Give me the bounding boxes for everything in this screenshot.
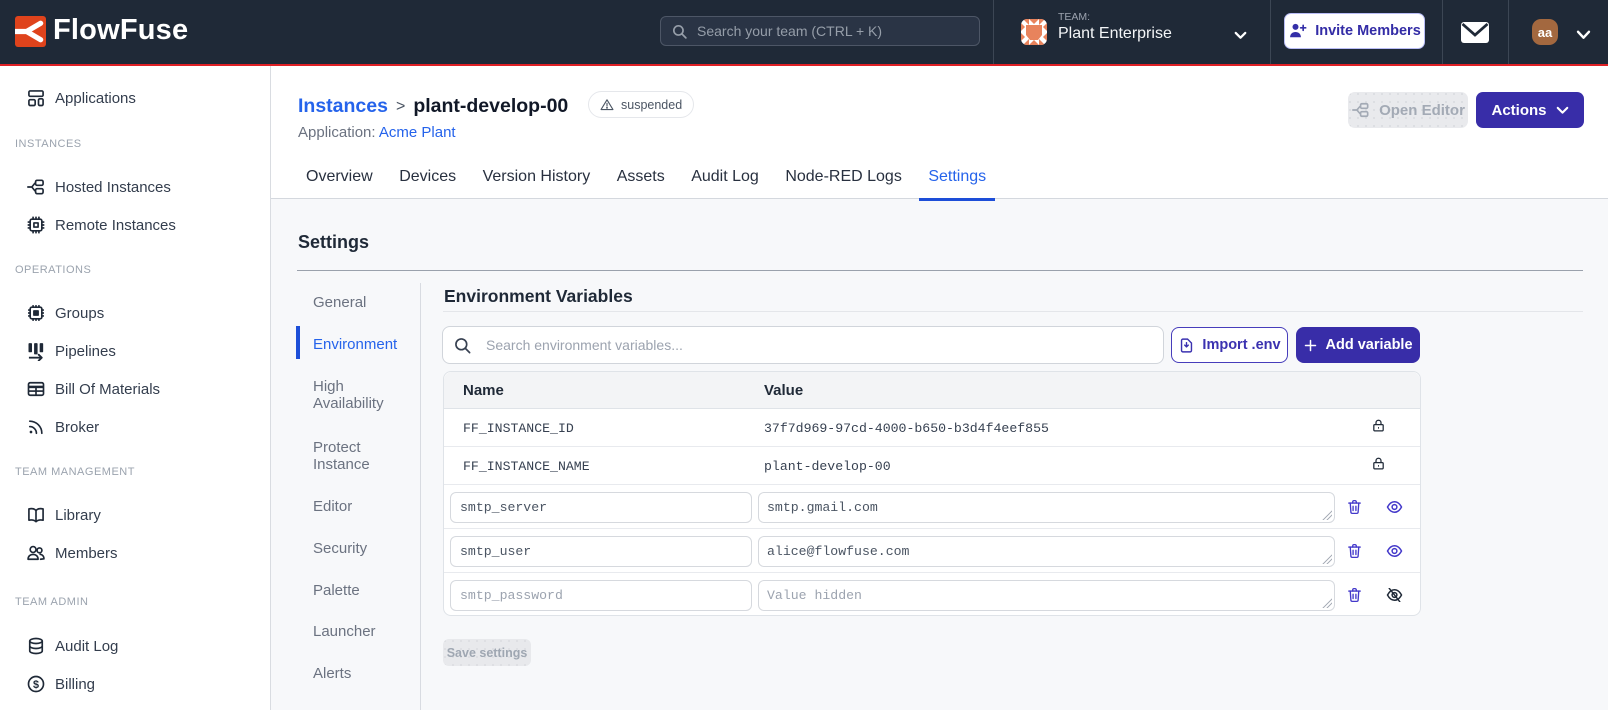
svg-text:$: $ [33,679,39,691]
